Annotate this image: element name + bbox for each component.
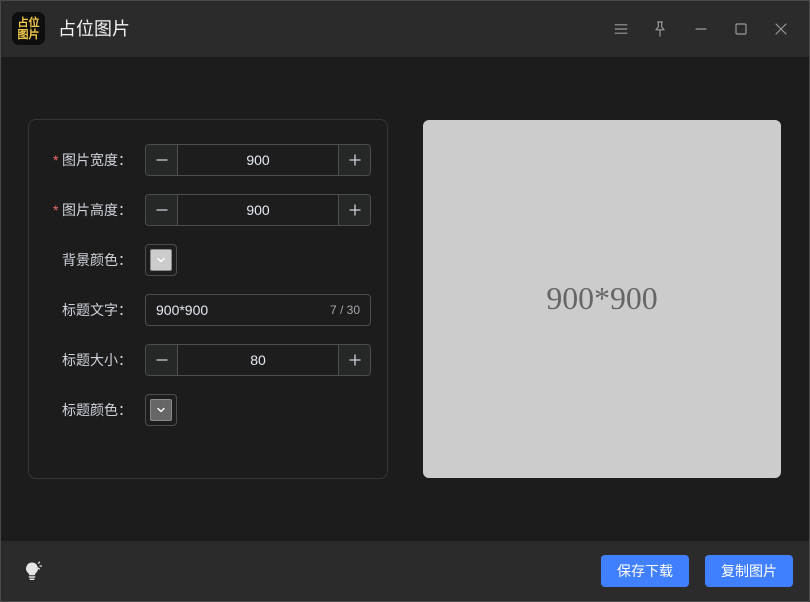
title-text-field: 7 / 30	[145, 294, 371, 326]
minimize-icon[interactable]	[689, 17, 713, 41]
background-color-picker[interactable]	[145, 244, 177, 276]
title-color-label: 标题颜色：	[62, 402, 132, 418]
title-text-input[interactable]	[156, 302, 324, 318]
plus-icon	[348, 204, 361, 216]
title-color-swatch	[150, 399, 172, 421]
app-window: 占位 图片 占位图片 * 图片宽度： 900 * 图片高度： 900 背景颜色：…	[0, 0, 810, 602]
title-size-decrease-button[interactable]	[146, 345, 178, 375]
chevron-down-icon	[157, 257, 165, 263]
title-size-increase-button[interactable]	[338, 345, 370, 375]
background-color-swatch	[150, 249, 172, 271]
app-logo-line1: 占位	[17, 16, 40, 29]
minus-icon	[155, 359, 168, 361]
plus-icon	[348, 154, 361, 166]
minus-icon	[155, 159, 168, 161]
height-input[interactable]	[178, 195, 338, 225]
close-icon[interactable]	[769, 17, 793, 41]
app-logo-line2: 图片	[17, 28, 40, 41]
settings-form: * 图片宽度： * 图片高度：	[28, 119, 388, 479]
title-text-counter: 7 / 30	[329, 303, 360, 317]
height-label: 图片高度：	[62, 202, 132, 218]
save-download-button[interactable]: 保存下载	[601, 555, 689, 587]
maximize-icon[interactable]	[729, 17, 753, 41]
background-color-label: 背景颜色：	[62, 252, 132, 268]
form-row-width: * 图片宽度：	[29, 144, 387, 176]
width-increase-button[interactable]	[338, 145, 370, 175]
title-size-input[interactable]	[178, 345, 338, 375]
footer-bar: 保存下载 复制图片	[0, 541, 810, 602]
chevron-down-icon	[157, 407, 165, 413]
height-number-input	[145, 194, 371, 226]
preview-canvas: 900*900	[423, 120, 781, 478]
width-input[interactable]	[178, 145, 338, 175]
title-text-label: 标题文字：	[62, 302, 132, 318]
lightbulb-icon[interactable]	[22, 560, 44, 582]
width-label: 图片宽度：	[62, 152, 132, 168]
form-row-background-color: 背景颜色：	[29, 244, 387, 276]
copy-image-button[interactable]: 复制图片	[705, 555, 793, 587]
required-mark: *	[53, 152, 59, 168]
required-mark: *	[53, 202, 59, 218]
height-increase-button[interactable]	[338, 195, 370, 225]
pin-icon[interactable]	[648, 17, 672, 41]
window-title: 占位图片	[58, 19, 130, 39]
minus-icon	[155, 209, 168, 211]
form-row-height: * 图片高度：	[29, 194, 387, 226]
preview-text: 900*900	[546, 281, 658, 316]
width-decrease-button[interactable]	[146, 145, 178, 175]
form-row-title-size: 标题大小：	[29, 344, 387, 376]
menu-icon[interactable]	[609, 17, 633, 41]
height-decrease-button[interactable]	[146, 195, 178, 225]
app-logo-icon: 占位 图片	[12, 12, 45, 45]
title-bar: 占位 图片 占位图片	[0, 0, 810, 57]
width-number-input	[145, 144, 371, 176]
title-color-picker[interactable]	[145, 394, 177, 426]
title-size-number-input	[145, 344, 371, 376]
plus-icon	[348, 354, 361, 366]
form-row-title-text: 标题文字： 7 / 30	[29, 294, 387, 326]
form-row-title-color: 标题颜色：	[29, 394, 387, 426]
title-size-label: 标题大小：	[62, 352, 132, 368]
